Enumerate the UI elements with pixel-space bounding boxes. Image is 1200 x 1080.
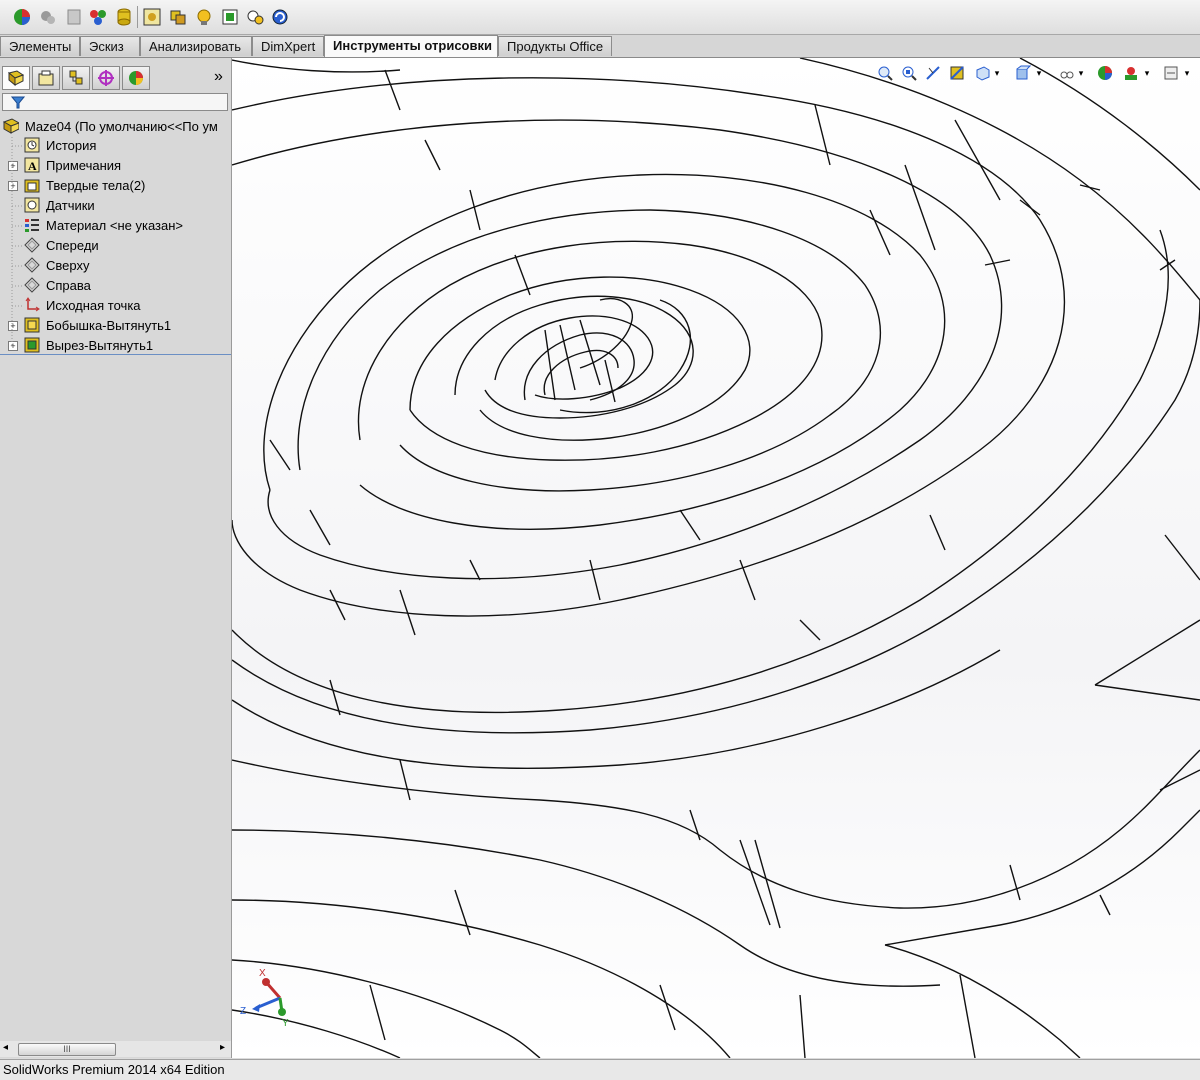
- tree-item-material[interactable]: Материал <не указан>: [0, 216, 231, 235]
- tree-item-label: Примечания: [46, 158, 122, 173]
- tree-item-label: Бобышка-Вытянуть1: [46, 318, 172, 333]
- camera-icon[interactable]: [243, 5, 267, 29]
- graphics-viewport[interactable]: ▾ ▾ ▾ ▾ ▾: [232, 58, 1200, 1058]
- dimxpert-manager-tab[interactable]: [92, 66, 120, 90]
- tree-item-annotations[interactable]: + A Примечания: [0, 156, 231, 175]
- tree-item-front-plane[interactable]: Спереди: [0, 236, 231, 255]
- tab-render-tools[interactable]: Инструменты отрисовки: [324, 35, 498, 57]
- previous-view-icon[interactable]: [924, 64, 942, 82]
- tree-item-sensors[interactable]: Датчики: [0, 196, 231, 215]
- heads-up-view-toolbar: ▾ ▾ ▾ ▾ ▾: [232, 58, 1200, 88]
- display-manager-tab-icon: [129, 71, 143, 85]
- tree-item-label: Вырез-Вытянуть1: [46, 338, 154, 353]
- tree-item-top-plane[interactable]: Сверху: [0, 256, 231, 275]
- feature-manager-panel: » Maze04 (По умолчанию<<По ум История + …: [0, 58, 232, 1058]
- database-icon[interactable]: [112, 5, 136, 29]
- component-icon[interactable]: [166, 5, 190, 29]
- view-settings-icon[interactable]: [1162, 64, 1180, 82]
- tree-item-boss-extrude[interactable]: + Бобышка-Вытянуть1: [0, 316, 231, 335]
- z-axis-label: Z: [240, 1006, 247, 1017]
- tree-item-origin[interactable]: Исходная точка: [0, 296, 231, 315]
- tree-item-label: История: [46, 138, 97, 153]
- tree-root-label: Maze04 (По умолчанию<<По ум: [25, 119, 218, 134]
- tab-office-products[interactable]: Продукты Office: [498, 36, 612, 56]
- view-icon[interactable]: [218, 5, 242, 29]
- scroll-left-icon[interactable]: ◂: [3, 1042, 8, 1053]
- bulb-icon[interactable]: [192, 5, 216, 29]
- x-axis-label: X: [259, 968, 266, 979]
- appearance-icon[interactable]: [10, 5, 34, 29]
- rotate-icon[interactable]: [268, 5, 292, 29]
- tree-item-history[interactable]: История: [0, 136, 231, 155]
- y-axis-label: Y: [282, 1018, 289, 1029]
- zoom-to-fit-icon[interactable]: [876, 64, 894, 82]
- property-manager-icon: [38, 70, 54, 86]
- filter-icon: [11, 96, 25, 109]
- maze-model-drawing: [232, 58, 1200, 1058]
- edit-appearance-icon[interactable]: [1096, 64, 1114, 82]
- tree-item-label: Датчики: [46, 198, 95, 213]
- tab-dimxpert[interactable]: DimXpert: [252, 36, 324, 56]
- tree-item-label: Твердые тела(2): [46, 178, 146, 193]
- panel-horizontal-scrollbar[interactable]: ◂ III ▸: [0, 1041, 231, 1057]
- chevron-down-icon[interactable]: ▾: [1142, 64, 1152, 82]
- tree-connector-lines: [11, 137, 22, 347]
- zoom-to-area-icon[interactable]: [900, 64, 918, 82]
- dimxpert-icon: [98, 70, 114, 86]
- rollback-bar[interactable]: [0, 354, 231, 355]
- chevron-down-icon[interactable]: ▾: [992, 64, 1002, 82]
- display-manager-icon[interactable]: [86, 5, 110, 29]
- tree-item-solid-bodies[interactable]: + Твердые тела(2): [0, 176, 231, 195]
- view-orientation-icon[interactable]: [974, 64, 992, 82]
- section-view-icon[interactable]: [948, 64, 966, 82]
- tree-item-label: Исходная точка: [46, 298, 141, 313]
- status-text: SolidWorks Premium 2014 x64 Edition: [3, 1062, 225, 1077]
- property-manager-tab[interactable]: [32, 66, 60, 90]
- axis-triad-icon: [252, 978, 286, 1016]
- display-style-icon[interactable]: [1014, 64, 1032, 82]
- command-manager-tabs: Элементы Эскиз Анализировать DimXpert Ин…: [0, 35, 1200, 58]
- options-icon[interactable]: [62, 5, 86, 29]
- tab-evaluate[interactable]: Анализировать: [140, 36, 252, 56]
- tree-item-cut-extrude[interactable]: + Вырез-Вытянуть1: [0, 336, 231, 355]
- tab-features[interactable]: Элементы: [0, 36, 80, 56]
- display-manager-tab[interactable]: [122, 66, 150, 90]
- rebuild-icon[interactable]: [36, 5, 60, 29]
- panel-tabs: »: [0, 66, 231, 92]
- scroll-right-icon[interactable]: ▸: [220, 1042, 225, 1053]
- configuration-manager-icon: [69, 70, 83, 85]
- scroll-thumb[interactable]: III: [18, 1043, 116, 1056]
- chevron-down-icon[interactable]: ▾: [1182, 64, 1192, 82]
- orientation-triad: X Z Y: [238, 968, 298, 1032]
- explode-icon[interactable]: [140, 5, 164, 29]
- tree-item-label: Сверху: [46, 258, 90, 273]
- tree-item-label: Спереди: [46, 238, 99, 253]
- feature-tree-icon: [7, 70, 25, 87]
- status-bar: SolidWorks Premium 2014 x64 Edition: [0, 1059, 1200, 1080]
- hide-show-items-icon[interactable]: [1058, 64, 1076, 82]
- apply-scene-icon[interactable]: [1122, 64, 1140, 82]
- feature-tree-tab[interactable]: [2, 66, 30, 90]
- tree-item-right-plane[interactable]: Справа: [0, 276, 231, 295]
- tab-sketch[interactable]: Эскиз: [80, 36, 140, 56]
- chevron-down-icon[interactable]: ▾: [1076, 64, 1086, 82]
- tree-filter-field[interactable]: [2, 93, 228, 111]
- tree-item-label: Материал <не указан>: [46, 218, 184, 233]
- chevron-down-icon[interactable]: ▾: [1034, 64, 1044, 82]
- tree-item-label: Справа: [46, 278, 91, 293]
- main-toolbar: [0, 0, 1200, 35]
- panel-more-button[interactable]: »: [214, 68, 223, 86]
- configuration-manager-tab[interactable]: [62, 66, 90, 90]
